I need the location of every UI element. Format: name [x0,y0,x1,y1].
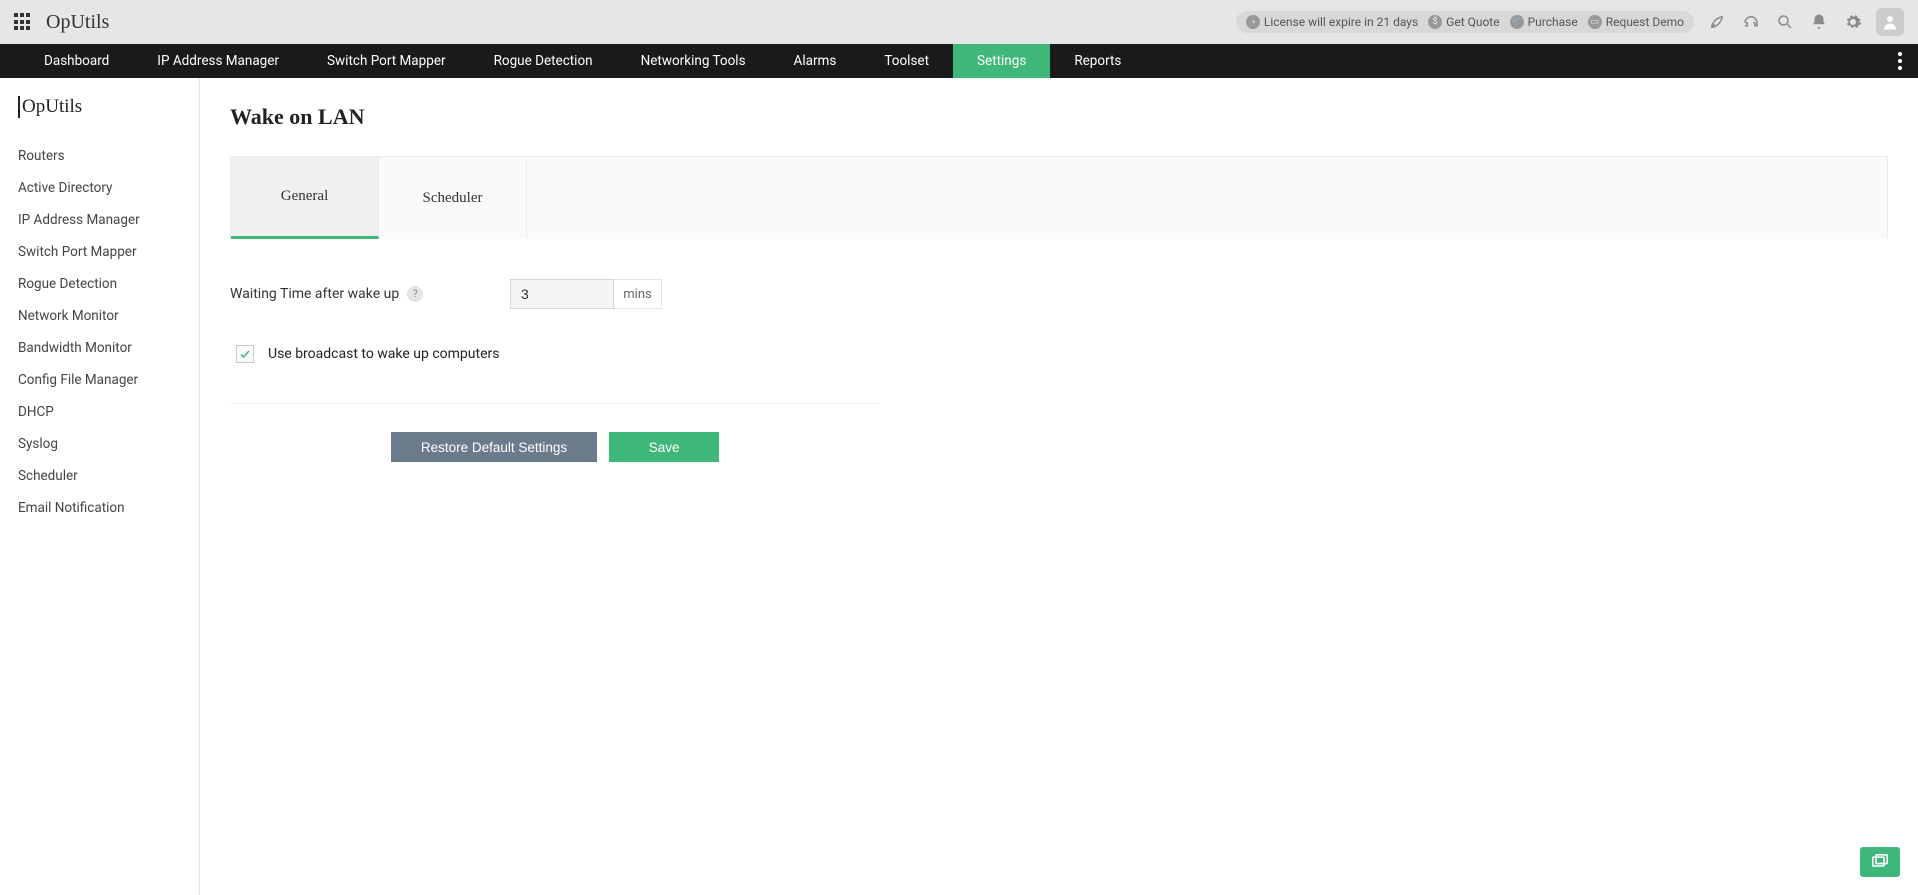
purchase-link[interactable]: 🛒 Purchase [1510,15,1578,29]
nav-label: Networking Tools [641,53,746,69]
body: OpUtils Routers Active Directory IP Addr… [0,78,1918,895]
main-panel: Wake on LAN General Scheduler Waiting Ti… [200,78,1918,895]
monitor-icon: ▭ [1588,15,1602,29]
nav-label: Switch Port Mapper [327,53,446,69]
sidebar-item-active-directory[interactable]: Active Directory [18,172,199,204]
sidebar-item-ip-address-manager[interactable]: IP Address Manager [18,204,199,236]
sidebar-item-email-notification[interactable]: Email Notification [18,492,199,524]
sidebar-item-config-file-manager[interactable]: Config File Manager [18,364,199,396]
license-icon: ◔ [1246,15,1260,29]
header-link-pill: ◔ License will expire in 21 days $ Get Q… [1236,11,1694,33]
sidebar-item-syslog[interactable]: Syslog [18,428,199,460]
bell-icon[interactable] [1808,11,1830,33]
sidebar-item-label: IP Address Manager [18,212,140,228]
avatar[interactable] [1876,8,1904,36]
app-header: OpUtils ◔ License will expire in 21 days… [0,0,1918,44]
nav-label: Toolset [884,53,929,69]
nav-settings[interactable]: Settings [953,44,1050,78]
tab-general[interactable]: General [231,157,379,239]
sidebar-item-network-monitor[interactable]: Network Monitor [18,300,199,332]
top-nav: Dashboard IP Address Manager Switch Port… [0,44,1918,78]
gear-icon[interactable] [1842,11,1864,33]
get-quote-label: Get Quote [1446,15,1499,29]
nav-toolset[interactable]: Toolset [860,44,953,78]
tab-label: Scheduler [423,190,483,207]
cart-icon: 🛒 [1510,15,1524,29]
sidebar-item-label: Syslog [18,436,58,452]
header-right: ◔ License will expire in 21 days $ Get Q… [1236,8,1904,36]
wait-time-unit: mins [614,279,662,309]
broadcast-row: Use broadcast to wake up computers [236,345,880,363]
wait-time-input[interactable] [510,279,614,309]
sidebar-item-switch-port-mapper[interactable]: Switch Port Mapper [18,236,199,268]
help-icon[interactable]: ? [407,286,423,302]
request-demo-link[interactable]: ▭ Request Demo [1588,15,1684,29]
sidebar-item-label: Switch Port Mapper [18,244,137,260]
form-content: Waiting Time after wake up ? mins Use br… [230,239,880,462]
nav-label: Dashboard [44,53,109,69]
product-title[interactable]: OpUtils [46,11,109,34]
sidebar: OpUtils Routers Active Directory IP Addr… [0,78,200,895]
floating-action-button[interactable] [1860,847,1900,877]
wait-time-row: Waiting Time after wake up ? mins [230,279,880,309]
sidebar-item-routers[interactable]: Routers [18,140,199,172]
sidebar-item-label: Active Directory [18,180,112,196]
page-title: Wake on LAN [230,104,1888,130]
tab-scheduler[interactable]: Scheduler [379,157,527,239]
nav-switch-port-mapper[interactable]: Switch Port Mapper [303,44,470,78]
purchase-label: Purchase [1528,15,1578,29]
nav-label: IP Address Manager [157,53,279,69]
nav-label: Alarms [794,53,837,69]
button-row: Restore Default Settings Save [230,432,880,462]
save-button[interactable]: Save [609,432,719,462]
sidebar-item-label: Network Monitor [18,308,119,324]
headset-icon[interactable] [1740,11,1762,33]
nav-more-icon[interactable] [1882,44,1918,78]
license-text: License will expire in 21 days [1264,15,1418,29]
nav-label: Rogue Detection [494,53,593,69]
dollar-icon: $ [1428,15,1442,29]
wait-time-label: Waiting Time after wake up [230,286,399,302]
nav-alarms[interactable]: Alarms [770,44,861,78]
broadcast-checkbox[interactable] [236,345,254,363]
nav-dashboard[interactable]: Dashboard [20,44,133,78]
license-notice[interactable]: ◔ License will expire in 21 days [1246,15,1418,29]
sidebar-item-label: DHCP [18,404,54,420]
sidebar-item-label: Config File Manager [18,372,138,388]
sidebar-item-label: Scheduler [18,468,78,484]
sidebar-item-label: Rogue Detection [18,276,117,292]
broadcast-label: Use broadcast to wake up computers [268,346,499,362]
tabstrip: General Scheduler [230,156,1888,239]
get-quote-link[interactable]: $ Get Quote [1428,15,1499,29]
apps-grid-icon[interactable] [14,13,32,31]
sidebar-item-dhcp[interactable]: DHCP [18,396,199,428]
nav-label: Settings [977,53,1026,69]
nav-networking-tools[interactable]: Networking Tools [617,44,770,78]
tab-label: General [281,188,328,205]
sidebar-item-label: Bandwidth Monitor [18,340,132,356]
rocket-icon[interactable] [1706,11,1728,33]
form-divider [230,403,880,404]
sidebar-item-bandwidth-monitor[interactable]: Bandwidth Monitor [18,332,199,364]
nav-ip-address-manager[interactable]: IP Address Manager [133,44,303,78]
nav-reports[interactable]: Reports [1050,44,1145,78]
wait-time-label-wrap: Waiting Time after wake up ? [230,286,510,302]
nav-rogue-detection[interactable]: Rogue Detection [470,44,617,78]
sidebar-item-label: Email Notification [18,500,125,516]
search-icon[interactable] [1774,11,1796,33]
sidebar-item-label: Routers [18,148,65,164]
nav-label: Reports [1074,53,1121,69]
sidebar-title: OpUtils [18,96,199,118]
request-demo-label: Request Demo [1606,15,1684,29]
sidebar-item-scheduler[interactable]: Scheduler [18,460,199,492]
restore-defaults-button[interactable]: Restore Default Settings [391,432,597,462]
sidebar-item-rogue-detection[interactable]: Rogue Detection [18,268,199,300]
